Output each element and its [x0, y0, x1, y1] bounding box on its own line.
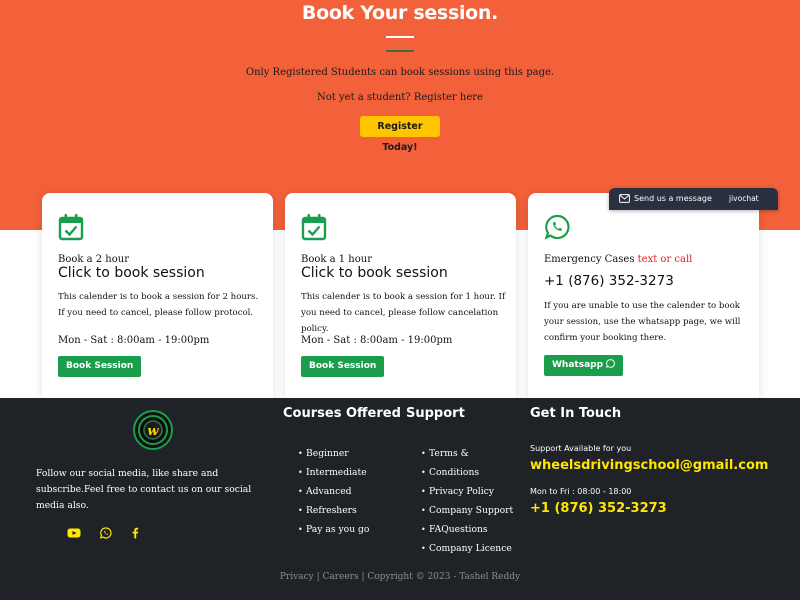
whatsapp-icon	[606, 359, 616, 368]
book-session-button[interactable]: Book Session	[58, 356, 142, 377]
contact-phone-link[interactable]: +1 (876) 352-3273	[530, 501, 667, 516]
wheels-logo: w	[133, 410, 173, 450]
emergency-contact-hint: text or call	[637, 254, 693, 265]
chat-brand: jivochat	[729, 194, 759, 203]
course-link[interactable]: Beginner	[298, 444, 408, 463]
envelope-icon	[619, 194, 630, 203]
card-hours: Mon - Sat : 8:00am - 19:00pm	[58, 335, 210, 346]
card-subtitle: Book a 2 hour	[58, 254, 129, 265]
youtube-icon[interactable]	[67, 527, 81, 539]
book-2-hour-card: Book a 2 hour Click to book session This…	[42, 193, 273, 403]
card-description: If you are unable to use the calender to…	[544, 301, 741, 343]
emergency-phone: +1 (876) 352-3273	[544, 273, 674, 289]
course-link[interactable]: Intermediate	[298, 463, 408, 482]
support-link[interactable]: Privacy Policy	[421, 482, 521, 501]
facebook-icon[interactable]	[128, 527, 142, 539]
whatsapp-icon[interactable]	[99, 527, 113, 539]
support-available-text: Support Available for you	[530, 444, 632, 453]
svg-text:w: w	[147, 424, 159, 439]
chat-label: Send us a message	[634, 194, 712, 203]
card-subtitle: Book a 1 hour	[301, 254, 372, 265]
support-link[interactable]: Company Support	[421, 501, 521, 520]
card-description: This calender is to book a session for 1…	[301, 292, 506, 334]
contact-email-link[interactable]: wheelsdrivingschool@gmail.com	[530, 458, 768, 473]
footer-about: Follow our social media, like share and …	[36, 468, 252, 511]
support-link[interactable]: FAQuestions	[421, 520, 521, 539]
page-title: Book Your session.	[301, 2, 499, 24]
emergency-label: Emergency Cases text or call	[544, 254, 693, 265]
emergency-card: Emergency Cases text or call +1 (876) 35…	[528, 193, 759, 403]
title-divider-accent	[386, 50, 414, 52]
book-1-hour-card: Book a 1 hour Click to book session This…	[285, 193, 516, 403]
contact-heading: Get In Touch	[530, 406, 622, 421]
support-link[interactable]: Conditions	[421, 463, 521, 482]
support-heading: Support	[406, 406, 465, 421]
course-link[interactable]: Pay as you go	[298, 520, 408, 539]
register-prompt: Not yet a student? Register here	[317, 92, 483, 103]
register-today-button[interactable]: Register Today!	[360, 116, 440, 153]
whatsapp-icon	[544, 214, 570, 240]
support-list: Terms & Conditions Privacy Policy Compan…	[421, 444, 521, 558]
course-link[interactable]: Advanced	[298, 482, 408, 501]
support-link[interactable]: Company Licence	[421, 539, 521, 558]
chat-widget[interactable]: Send us a message jivochat	[609, 188, 778, 210]
card-hours: Mon - Sat : 8:00am - 19:00pm	[301, 335, 453, 346]
copyright-bar: Privacy | Careers | Copyright © 2023 - T…	[279, 572, 521, 582]
registered-notice: Only Registered Students can book sessio…	[245, 67, 555, 78]
calendar-check-icon	[301, 214, 327, 241]
title-divider	[386, 36, 414, 38]
card-title: Click to book session	[301, 265, 448, 281]
book-session-button[interactable]: Book Session	[301, 356, 385, 377]
support-link[interactable]: Terms &	[421, 444, 521, 463]
footer: w Follow our social media, like share an…	[0, 398, 800, 600]
card-description: This calender is to book a session for 2…	[58, 292, 259, 318]
office-hours: Mon to Fri : 08:00 - 18:00	[530, 487, 632, 496]
courses-heading: Courses Offered	[283, 406, 401, 421]
courses-list: Beginner Intermediate Advanced Refresher…	[298, 444, 408, 539]
calendar-check-icon	[58, 214, 84, 241]
whatsapp-button[interactable]: Whatsapp	[544, 355, 624, 376]
course-link[interactable]: Refreshers	[298, 501, 408, 520]
card-title: Click to book session	[58, 265, 205, 281]
